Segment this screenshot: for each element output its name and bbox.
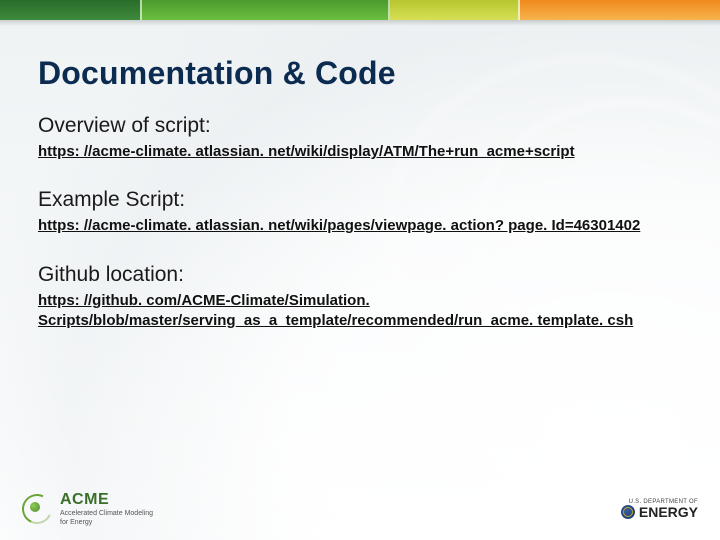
acme-word: ACME bbox=[60, 492, 153, 508]
accent-seg-4 bbox=[520, 0, 720, 20]
doe-word: ENERGY bbox=[639, 505, 698, 519]
acme-tagline-1: Accelerated Climate Modeling bbox=[60, 510, 153, 517]
slide-title: Documentation & Code bbox=[38, 55, 682, 92]
section-heading-example: Example Script: bbox=[38, 188, 682, 212]
footer: ACME Accelerated Climate Modeling for En… bbox=[22, 492, 698, 526]
link-overview[interactable]: https: //acme-climate. atlassian. net/wi… bbox=[38, 142, 682, 162]
link-github[interactable]: https: //github. com/ACME-Climate/Simula… bbox=[38, 291, 682, 332]
link-example[interactable]: https: //acme-climate. atlassian. net/wi… bbox=[38, 216, 682, 236]
accent-seg-2 bbox=[140, 0, 390, 20]
doe-word-row: ENERGY bbox=[621, 505, 698, 519]
slide: Documentation & Code Overview of script:… bbox=[0, 0, 720, 540]
energy-logo: U.S. DEPARTMENT OF ENERGY bbox=[621, 499, 698, 519]
acme-logo-text: ACME Accelerated Climate Modeling for En… bbox=[60, 492, 153, 526]
acme-tagline-2: for Energy bbox=[60, 519, 153, 526]
doe-seal-icon bbox=[621, 505, 635, 519]
content-area: Documentation & Code Overview of script:… bbox=[38, 55, 682, 357]
acme-logo-icon bbox=[22, 494, 52, 524]
top-accent-bar bbox=[0, 0, 720, 20]
section-heading-overview: Overview of script: bbox=[38, 114, 682, 138]
section-heading-github: Github location: bbox=[38, 263, 682, 287]
acme-logo: ACME Accelerated Climate Modeling for En… bbox=[22, 492, 153, 526]
accent-seg-3 bbox=[390, 0, 520, 20]
accent-seg-1 bbox=[0, 0, 140, 20]
